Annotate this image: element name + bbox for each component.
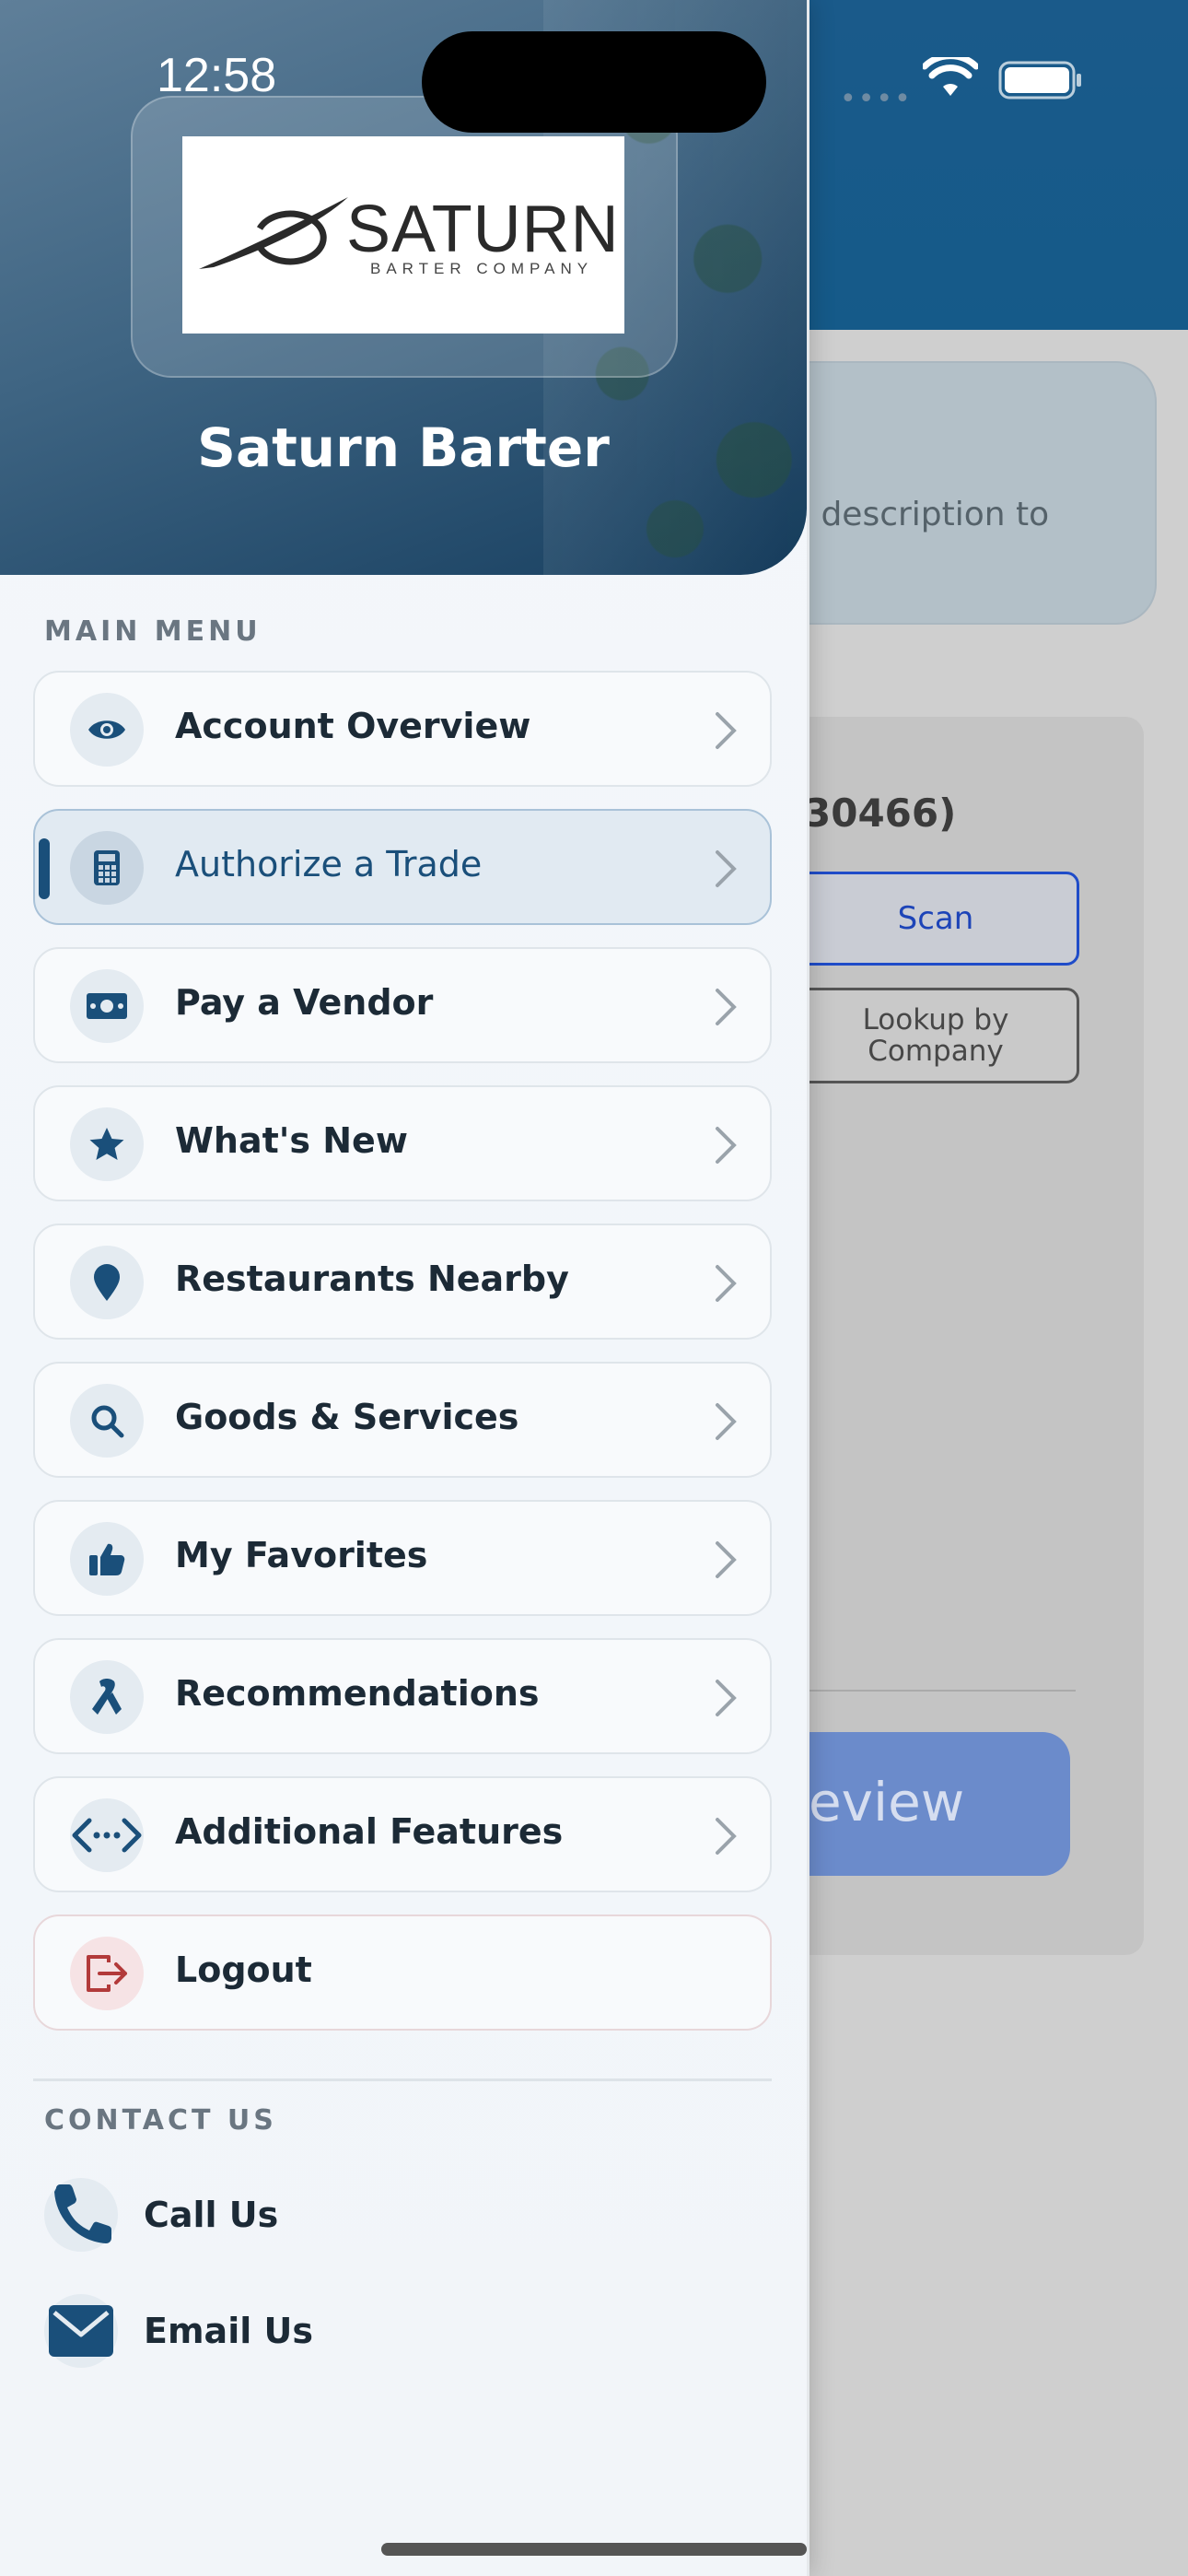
eye-icon (70, 693, 144, 767)
menu-label: Restaurants Nearby (175, 1259, 569, 1299)
company-name: Saturn Barter (197, 416, 610, 479)
menu-item-restaurants-nearby[interactable]: Restaurants Nearby (33, 1224, 772, 1340)
divider (801, 1690, 1076, 1692)
chevron-right-icon (716, 1680, 737, 1716)
drawer-edge (807, 0, 809, 2576)
scan-button[interactable]: Scan (792, 872, 1079, 966)
money-bill-icon (70, 969, 144, 1043)
account-number: 30466) (804, 790, 957, 836)
menu-item-logout[interactable]: Logout (33, 1914, 772, 2031)
call-us-link[interactable]: Call Us (44, 2178, 689, 2252)
chevron-right-icon (716, 1265, 737, 1302)
info-text: l description to (801, 496, 1050, 533)
chevron-right-icon (716, 1818, 737, 1855)
menu-item-additional-features[interactable]: Additional Features (33, 1776, 772, 1892)
map-pin-icon (70, 1246, 144, 1319)
email-us-link[interactable]: Email Us (44, 2294, 689, 2368)
menu-label: Authorize a Trade (175, 844, 483, 884)
saturn-swoosh-icon (199, 197, 348, 269)
wifi-icon (923, 57, 978, 96)
logo-tagline: BARTER COMPANY (370, 260, 594, 277)
divider (33, 2078, 772, 2081)
lookup-by-company-button[interactable]: Lookup by Company (792, 988, 1079, 1083)
chevron-right-icon (716, 989, 737, 1025)
logo-wordmark: SATURN (346, 193, 620, 266)
battery-icon (998, 61, 1081, 100)
ribbon-icon (70, 1660, 144, 1734)
menu-label: My Favorites (175, 1535, 428, 1575)
cellular-signal-icon: •••• (840, 83, 913, 115)
menu-item-goods-and-services[interactable]: Goods & Services (33, 1362, 772, 1478)
menu-item-my-favorites[interactable]: My Favorites (33, 1500, 772, 1616)
dynamic-island (422, 31, 766, 133)
menu-label: Additional Features (175, 1811, 564, 1852)
menu-item-whats-new[interactable]: What's New (33, 1085, 772, 1201)
status-time: 12:58 (157, 49, 277, 102)
company-logo: SATURN BARTER COMPANY (182, 136, 624, 334)
menu-item-pay-a-vendor[interactable]: Pay a Vendor (33, 947, 772, 1063)
home-indicator[interactable] (381, 2543, 807, 2556)
menu-label: Pay a Vendor (175, 982, 434, 1023)
menu-label: Recommendations (175, 1673, 540, 1714)
review-button[interactable]: eview (774, 1732, 1070, 1876)
info-card (764, 361, 1157, 625)
chevron-right-icon (716, 1541, 737, 1578)
menu-label: Account Overview (175, 706, 531, 746)
logout-icon (70, 1937, 144, 2010)
navigation-drawer: SATURN BARTER COMPANY Saturn Barter 12:5… (0, 0, 807, 2576)
menu-item-recommendations[interactable]: Recommendations (33, 1638, 772, 1754)
chevron-right-icon (716, 712, 737, 749)
contact-label: Call Us (144, 2195, 279, 2235)
calculator-icon (70, 831, 144, 905)
main-menu-label: MAIN MENU (44, 615, 262, 648)
star-icon (70, 1107, 144, 1181)
code-arrows-icon (70, 1798, 144, 1872)
phone-icon (44, 2178, 118, 2252)
active-indicator (39, 838, 50, 899)
menu-item-account-overview[interactable]: Account Overview (33, 671, 772, 787)
contact-label: Email Us (144, 2311, 313, 2351)
thumbs-up-icon (70, 1522, 144, 1596)
menu-item-authorize-a-trade[interactable]: Authorize a Trade (33, 809, 772, 925)
search-icon (70, 1384, 144, 1458)
chevron-right-icon (716, 1127, 737, 1164)
menu-label: Logout (175, 1950, 312, 1990)
review-button-label: eview (809, 1771, 965, 1833)
menu-label: What's New (175, 1120, 408, 1161)
contact-us-label: CONTACT US (44, 2104, 277, 2137)
menu-label: Goods & Services (175, 1397, 519, 1437)
envelope-icon (44, 2294, 118, 2368)
chevron-right-icon (716, 1403, 737, 1440)
chevron-right-icon (716, 850, 737, 887)
